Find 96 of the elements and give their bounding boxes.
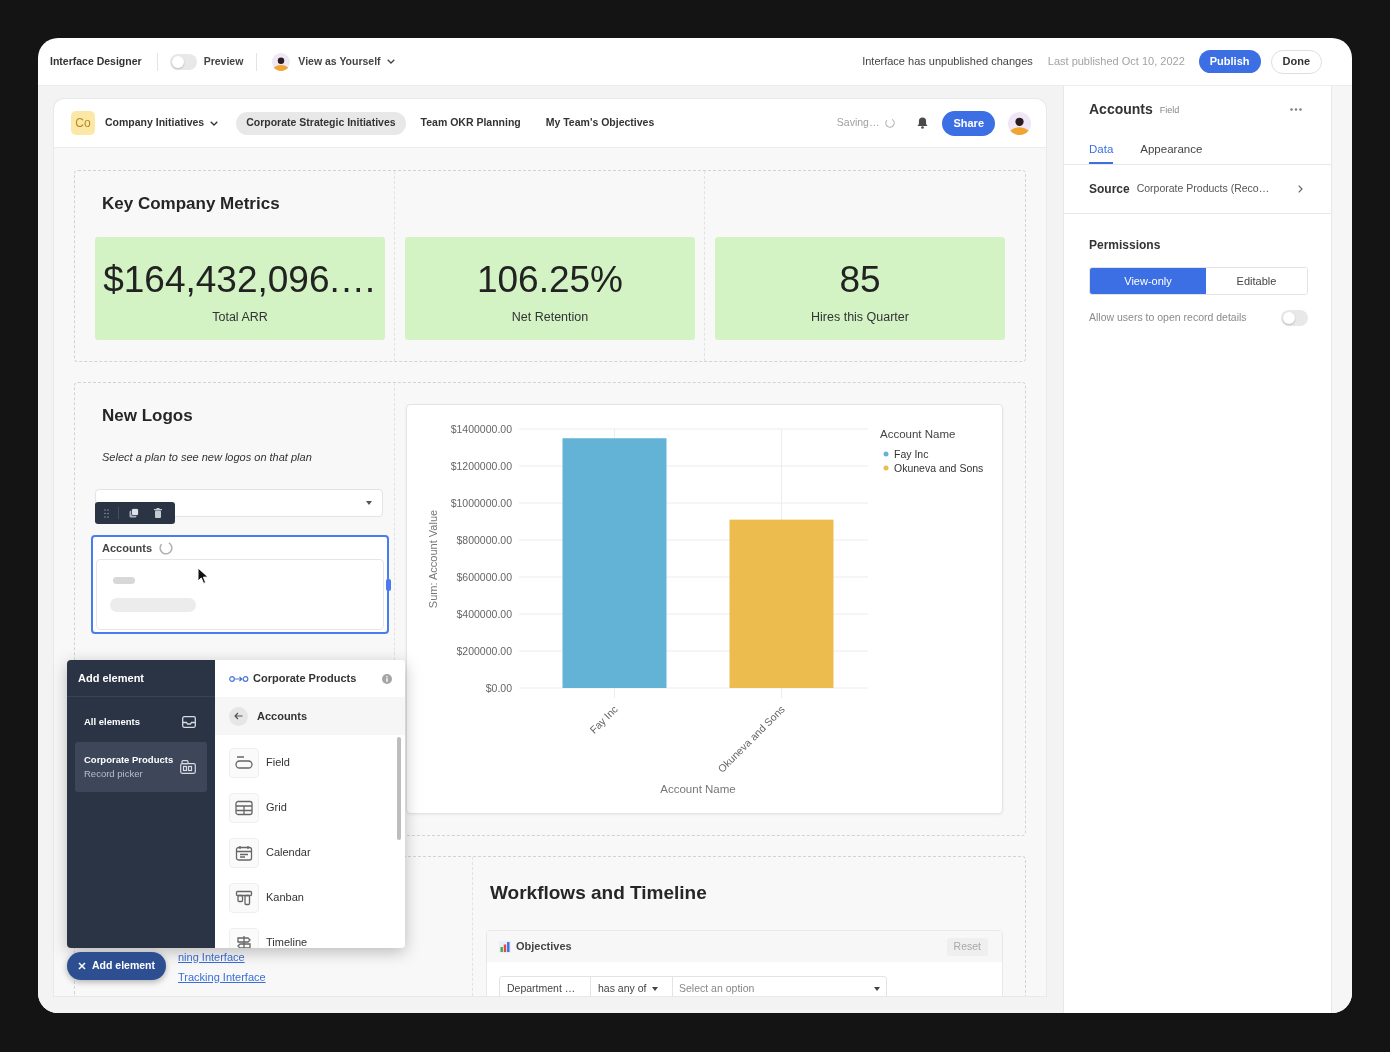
metric-label: Net Retention [511, 309, 589, 325]
section-title: Key Company Metrics [102, 193, 280, 215]
resize-handle[interactable] [386, 579, 391, 591]
record-details-toggle[interactable] [1281, 310, 1308, 326]
axis-tick-label: $600000.00 [456, 570, 512, 583]
page-tab[interactable]: My Team's Objectives [535, 111, 665, 135]
avatar-icon[interactable] [1008, 111, 1031, 135]
popover-title: Add element [78, 670, 144, 686]
saving-text: Saving… [836, 115, 880, 131]
more-icon[interactable] [1290, 107, 1302, 111]
kanban-icon [229, 882, 259, 913]
legend-label: Okuneva and Sons [894, 462, 984, 474]
axis-tick-label: $1400000.00 [450, 422, 512, 435]
chevron-down-icon [210, 120, 219, 126]
source-title: Corporate Products [253, 671, 357, 687]
table-icon [229, 792, 259, 823]
category-item[interactable]: All elements [75, 703, 207, 741]
input-field-icon [229, 747, 259, 778]
share-button[interactable]: Share [942, 110, 995, 136]
caret-icon [874, 987, 880, 991]
axis-tick-label: $400000.00 [456, 607, 512, 620]
metric-value: 106.25% [476, 258, 624, 302]
element-option[interactable]: Kanban [229, 875, 391, 920]
element-option[interactable]: Grid [229, 785, 391, 830]
section-title: New Logos [102, 405, 193, 427]
scrollbar[interactable] [397, 737, 401, 840]
copy-icon[interactable] [129, 508, 139, 518]
filter-operator-dropdown[interactable]: has any of [591, 977, 673, 996]
metric-value: 85 [839, 258, 881, 302]
spinner-icon [885, 118, 896, 128]
metric-value: $164,432,096.… [103, 258, 377, 302]
field-element[interactable]: Accounts [91, 535, 389, 634]
legend-title: Account Name [880, 428, 956, 440]
axis-tick-label: $200000.00 [456, 644, 512, 657]
bell-icon[interactable] [917, 117, 929, 129]
metric-label: Hires this Quarter [811, 309, 909, 325]
field-label: Accounts [102, 541, 153, 555]
element-option[interactable]: Timeline [229, 920, 391, 948]
interface-link[interactable]: ning Interface [178, 950, 245, 964]
category-item[interactable]: Corporate Products Record picker [75, 742, 207, 792]
preview-toggle[interactable] [169, 53, 197, 70]
section-title: Workflows and Timeline [490, 881, 708, 905]
legend-label: Fay Inc [894, 448, 929, 460]
record-card-icon [180, 760, 196, 774]
axis-tick-label: $800000.00 [456, 533, 512, 546]
interface-link[interactable]: Tracking Interface [178, 970, 266, 984]
trash-icon[interactable] [154, 508, 162, 518]
panel-tab[interactable]: Data [1089, 132, 1114, 164]
spinner-icon [159, 541, 174, 555]
filter-value-dropdown[interactable]: Select an option [673, 977, 886, 996]
connector-icon [229, 674, 249, 683]
caret-icon [366, 501, 372, 505]
panel-subtitle: Field [1159, 103, 1180, 117]
add-element-button[interactable]: Add element [67, 952, 166, 980]
permission-option[interactable]: View-only [1090, 268, 1206, 294]
drag-handle-icon[interactable] [104, 508, 109, 518]
axis-title: Sum: Account Value [427, 509, 439, 609]
publish-button[interactable]: Publish [1198, 50, 1261, 73]
skeleton-bar [113, 577, 135, 584]
element-option[interactable]: Field [229, 740, 391, 785]
page-tab[interactable]: Team OKR Planning [410, 111, 531, 135]
preview-label: Preview [203, 53, 244, 69]
last-published-text: Last published Oct 10, 2022 [1047, 54, 1185, 70]
app-badge: Co [71, 111, 95, 135]
panel-section-title: Permissions [1089, 237, 1161, 253]
axis-tick-label: Fay Inc [587, 702, 620, 736]
avatar-icon[interactable] [272, 52, 291, 71]
inbox-icon [182, 716, 196, 728]
element-option[interactable]: Calendar [229, 830, 391, 875]
back-button[interactable]: Accounts [215, 697, 405, 735]
toggle-label: Allow users to open record details [1089, 310, 1247, 326]
metric-label: Total ARR [212, 309, 268, 325]
panel-tab[interactable]: Appearance [1140, 132, 1203, 164]
axis-tick-label: $1000000.00 [450, 496, 512, 509]
axis-title: Account Name [660, 783, 736, 795]
view-as-menu[interactable]: View as Yourself [298, 53, 395, 70]
chevron-down-icon [386, 59, 395, 64]
bar-chart-icon [499, 940, 511, 953]
info-icon[interactable] [382, 673, 392, 684]
section-description: Select a plan to see new logos on that plan [102, 450, 312, 465]
card-title: Objectives [516, 939, 572, 955]
mouse-pointer-icon [197, 567, 209, 585]
filter-field-dropdown[interactable]: Department … [500, 977, 591, 996]
status-text: Interface has unpublished changes [862, 54, 1033, 70]
chevron-right-icon [1298, 185, 1303, 193]
calendar-icon [229, 837, 259, 868]
close-icon [78, 962, 86, 970]
caret-icon [652, 987, 659, 991]
source-row[interactable]: Source Corporate Products (Reco… [1064, 165, 1331, 214]
done-button[interactable]: Done [1270, 49, 1322, 74]
axis-tick-label: $0.00 [485, 681, 512, 694]
axis-tick-label: $1200000.00 [450, 459, 512, 472]
app-title: Interface Designer [50, 53, 142, 69]
panel-title: Accounts [1089, 99, 1153, 119]
app-menu[interactable]: Company Initiatives [105, 115, 219, 131]
page-tab[interactable]: Corporate Strategic Initiatives [236, 111, 406, 135]
